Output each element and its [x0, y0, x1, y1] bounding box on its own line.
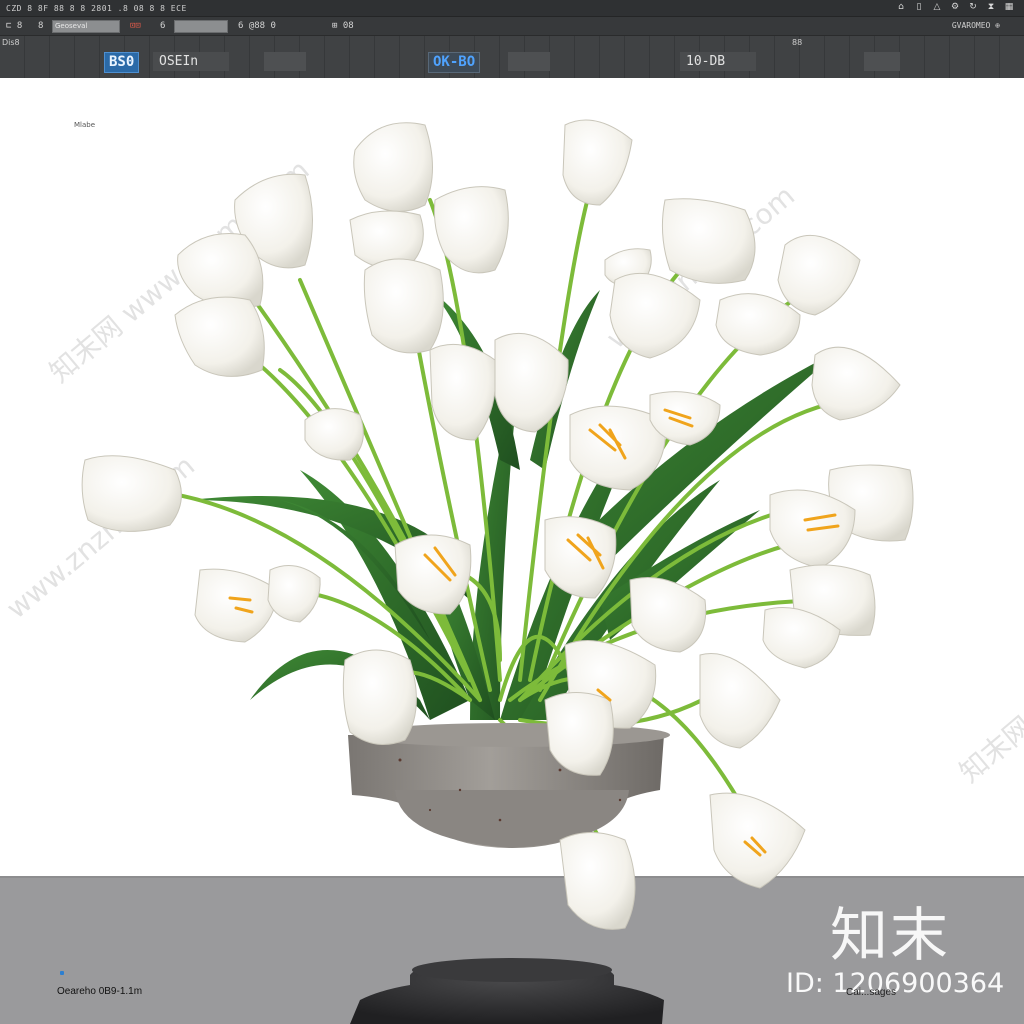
tulip-20	[81, 455, 182, 532]
tulip-35	[559, 832, 636, 930]
tulip-11	[777, 234, 861, 316]
render-caption-right: Cai...sages	[846, 987, 897, 998]
tulip-9	[661, 198, 756, 284]
tulip-7	[174, 296, 265, 377]
tulip-bouquet-render	[81, 119, 914, 1024]
tulip-16	[811, 346, 901, 421]
tulip-26	[267, 565, 321, 623]
tulip-28	[629, 577, 707, 653]
caption-marker-icon	[60, 971, 64, 975]
tulip-8	[363, 258, 444, 354]
tulip-30	[342, 649, 417, 745]
tulip-33	[699, 653, 781, 749]
tulip-12	[609, 272, 701, 359]
tulip-3	[562, 119, 633, 206]
render-caption: Oeareho 0B9-1.1m	[57, 986, 143, 997]
tulip-1	[353, 122, 433, 212]
tulip-19	[304, 408, 364, 461]
tulip-34	[709, 792, 806, 889]
pedestal	[350, 958, 664, 1024]
tulip-25	[194, 568, 279, 643]
tulip-4	[434, 186, 509, 274]
tulip-14	[429, 343, 497, 441]
brand-logo: 知末	[830, 901, 951, 969]
